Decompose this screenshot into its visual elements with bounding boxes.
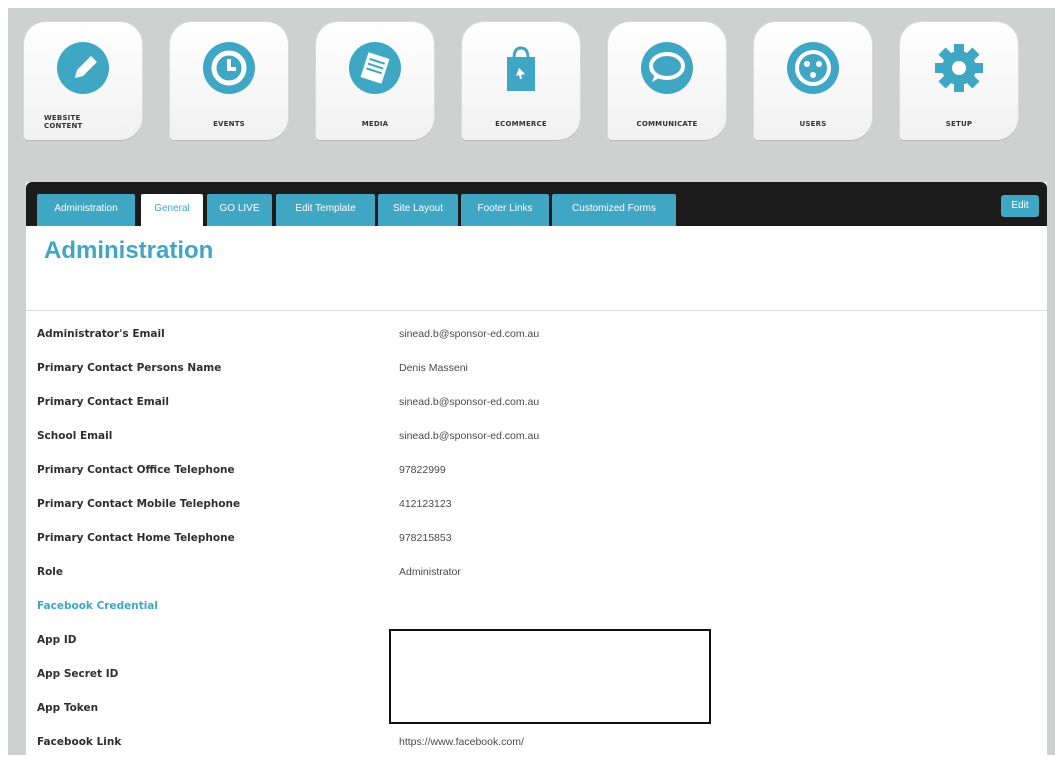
tab-administration[interactable]: Administration [37, 194, 135, 226]
field-label: School Email [37, 430, 113, 442]
divider [26, 310, 1047, 311]
document-icon [349, 42, 401, 94]
redacted-credentials-box [389, 629, 711, 724]
nav-tile-ecommerce[interactable]: ECOMMERCE [462, 22, 580, 140]
nav-tile-setup[interactable]: SETUP [900, 22, 1018, 140]
nav-tile-label: COMMUNICATE [636, 120, 698, 128]
nav-tile-label: SETUP [945, 120, 973, 128]
nav-tile-label: USERS [799, 120, 827, 128]
tab-go-live[interactable]: GO LIVE [207, 194, 272, 226]
field-value: https://www.facebook.com/ [399, 736, 524, 748]
nav-tile-label: MEDIA [361, 120, 389, 128]
tab-footer-links[interactable]: Footer Links [461, 194, 549, 226]
field-row: Administrator's Email sinead.b@sponsor-e… [26, 318, 1047, 352]
field-row: Primary Contact Persons Name Denis Masse… [26, 352, 1047, 386]
field-row: Primary Contact Email sinead.b@sponsor-e… [26, 386, 1047, 420]
field-row: School Email sinead.b@sponsor-ed.com.au [26, 420, 1047, 454]
field-value: 978215853 [399, 532, 452, 544]
page-title: Administration [44, 237, 214, 264]
field-label: Primary Contact Office Telephone [37, 464, 235, 476]
field-value: 412123123 [399, 498, 452, 510]
field-label: Primary Contact Home Telephone [37, 532, 235, 544]
nav-tile-communicate[interactable]: COMMUNICATE [608, 22, 726, 140]
edit-button[interactable]: Edit [1001, 195, 1039, 217]
field-row: Role Administrator [26, 556, 1047, 590]
field-row: Primary Contact Office Telephone 9782299… [26, 454, 1047, 488]
nav-tile-label: ECOMMERCE [495, 120, 547, 128]
field-label: Primary Contact Persons Name [37, 362, 222, 374]
tab-bar: Administration General GO LIVE Edit Temp… [26, 182, 1047, 226]
field-label: Primary Contact Email [37, 396, 169, 408]
nav-tile-label: WEBSITE CONTENT [44, 114, 83, 130]
field-label: Primary Contact Mobile Telephone [37, 498, 241, 510]
field-value: 97822999 [399, 464, 446, 476]
field-label: App ID [37, 634, 77, 646]
tab-general[interactable]: General [141, 194, 203, 226]
tab-customized-forms[interactable]: Customized Forms [552, 194, 676, 226]
pencil-icon [57, 42, 109, 94]
section-heading-facebook: Facebook Credential [37, 600, 158, 612]
face-icon [787, 42, 839, 94]
nav-tile-label: EVENTS [213, 120, 245, 128]
field-label: App Secret ID [37, 668, 119, 680]
admin-panel: Administration General GO LIVE Edit Temp… [26, 182, 1047, 755]
shopping-bag-icon [507, 46, 535, 91]
field-value: Administrator [399, 566, 461, 578]
field-label: Facebook Link [37, 736, 122, 748]
app-background: WEBSITE CONTENT EVENTS MEDIA ECOMMERCE C… [8, 8, 1055, 755]
field-label: Administrator's Email [37, 328, 165, 340]
gear-icon [935, 44, 983, 92]
tab-site-layout[interactable]: Site Layout [378, 194, 458, 226]
field-row: Primary Contact Mobile Telephone 4121231… [26, 488, 1047, 522]
field-value: sinead.b@sponsor-ed.com.au [399, 430, 540, 442]
field-label: Role [37, 566, 64, 578]
field-value: sinead.b@sponsor-ed.com.au [399, 396, 540, 408]
nav-tile-events[interactable]: EVENTS [170, 22, 288, 140]
tab-edit-template[interactable]: Edit Template [276, 194, 375, 226]
field-row: Facebook Credential [26, 590, 1047, 624]
nav-tile-media[interactable]: MEDIA [316, 22, 434, 140]
field-label: App Token [37, 702, 99, 714]
field-value: Denis Masseni [399, 362, 468, 374]
field-value: sinead.b@sponsor-ed.com.au [399, 328, 540, 340]
field-row: Primary Contact Home Telephone 978215853 [26, 522, 1047, 556]
main-navigation: WEBSITE CONTENT EVENTS MEDIA ECOMMERCE C… [24, 22, 1024, 152]
nav-tile-users[interactable]: USERS [754, 22, 872, 140]
nav-tile-website-content[interactable]: WEBSITE CONTENT [24, 22, 142, 140]
clock-icon [203, 42, 255, 94]
speech-bubble-icon [641, 42, 693, 94]
